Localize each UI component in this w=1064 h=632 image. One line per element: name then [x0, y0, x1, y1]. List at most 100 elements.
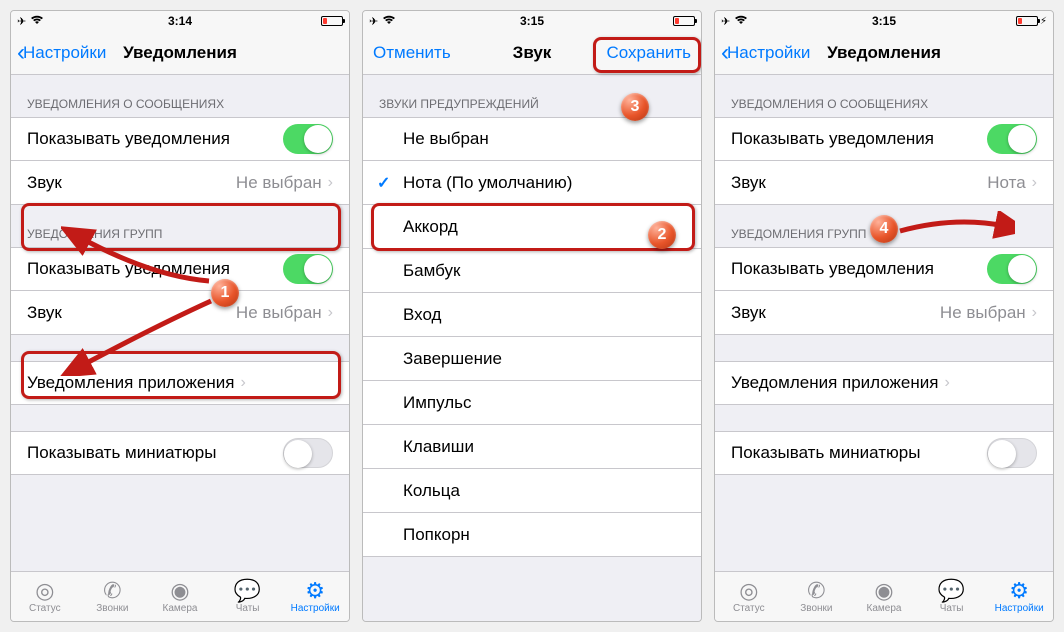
tab-label: Чаты	[940, 603, 964, 614]
wifi-icon	[734, 15, 748, 28]
checkmark-icon: ✓	[377, 173, 397, 193]
section-header-messages: УВЕДОМЛЕНИЯ О СООБЩЕНИЯХ	[715, 75, 1053, 117]
tab-label: Статус	[733, 603, 765, 614]
nav-bar: ‹ Настройки Уведомления	[715, 31, 1053, 75]
status-icon: ◎	[35, 580, 54, 602]
airplane-icon: ✈︎	[721, 15, 730, 28]
clock: 3:14	[125, 14, 236, 28]
chevron-right-icon: ›	[1032, 174, 1037, 192]
sound-label: Клавиши	[403, 437, 474, 457]
camera-icon: ◉	[170, 580, 189, 602]
cell-label: Звук	[27, 303, 62, 323]
tab-chats[interactable]: 💬Чаты	[918, 572, 986, 621]
tab-bar: ◎Статус ✆Звонки ◉Камера 💬Чаты ⚙Настройки	[715, 571, 1053, 621]
back-button[interactable]: ‹ Настройки	[715, 41, 810, 65]
sound-row-messages[interactable]: Звук Не выбран ›	[11, 161, 349, 205]
screenshot-2: ✈︎ 3:15 Отменить Звук Сохранить ЗВУКИ ПР…	[362, 10, 702, 622]
sound-label: Импульс	[403, 393, 472, 413]
cell-label: Показывать уведомления	[731, 259, 934, 279]
gear-icon: ⚙	[1009, 580, 1029, 602]
sound-row-groups[interactable]: Звук Не выбран ›	[11, 291, 349, 335]
tab-label: Чаты	[236, 603, 260, 614]
status-bar: ✈︎ 3:15 ⚡︎	[715, 11, 1053, 31]
sound-row-messages[interactable]: Звук Нота ›	[715, 161, 1053, 205]
cell-label: Уведомления приложения	[731, 373, 938, 393]
tab-label: Камера	[163, 603, 198, 614]
battery-icon	[673, 16, 695, 26]
back-label: Настройки	[727, 43, 810, 63]
show-notifications-row[interactable]: Показывать уведомления	[11, 117, 349, 161]
save-button[interactable]: Сохранить	[607, 43, 701, 63]
sound-option[interactable]: Импульс	[363, 381, 701, 425]
toggle-switch[interactable]	[987, 254, 1037, 284]
tab-chats[interactable]: 💬Чаты	[214, 572, 282, 621]
app-notifications-row[interactable]: Уведомления приложения ›	[715, 361, 1053, 405]
tab-calls[interactable]: ✆Звонки	[79, 572, 147, 621]
toggle-switch[interactable]	[283, 124, 333, 154]
tab-camera[interactable]: ◉Камера	[850, 572, 918, 621]
sound-label: Попкорн	[403, 525, 470, 545]
airplane-icon: ✈︎	[369, 15, 378, 28]
sound-label: Вход	[403, 305, 441, 325]
tab-settings[interactable]: ⚙Настройки	[985, 572, 1053, 621]
airplane-icon: ✈︎	[17, 15, 26, 28]
phone-icon: ✆	[807, 580, 825, 602]
show-thumbnails-row[interactable]: Показывать миниатюры	[715, 431, 1053, 475]
app-notifications-row[interactable]: Уведомления приложения ›	[11, 361, 349, 405]
toggle-switch[interactable]	[283, 254, 333, 284]
screenshot-3: ✈︎ 3:15 ⚡︎ ‹ Настройки Уведомления УВЕДО…	[714, 10, 1054, 622]
tab-label: Звонки	[96, 603, 128, 614]
cell-label: Звук	[731, 173, 766, 193]
sound-option[interactable]: Вход	[363, 293, 701, 337]
toggle-switch[interactable]	[987, 124, 1037, 154]
toggle-switch[interactable]	[283, 438, 333, 468]
sound-option[interactable]: Бамбук	[363, 249, 701, 293]
cell-label: Уведомления приложения	[27, 373, 234, 393]
sound-option[interactable]: Попкорн	[363, 513, 701, 557]
section-header-alert-sounds: ЗВУКИ ПРЕДУПРЕЖДЕНИЙ	[363, 75, 701, 117]
chevron-right-icon: ›	[328, 174, 333, 192]
sound-option[interactable]: Кольца	[363, 469, 701, 513]
clock: 3:15	[477, 14, 588, 28]
sound-option[interactable]: Завершение	[363, 337, 701, 381]
tab-status[interactable]: ◎Статус	[11, 572, 79, 621]
show-notifications-row[interactable]: Показывать уведомления	[715, 117, 1053, 161]
sound-label: Аккорд	[403, 217, 458, 237]
phone-icon: ✆	[103, 580, 121, 602]
cancel-button[interactable]: Отменить	[363, 43, 451, 63]
cell-label: Показывать уведомления	[731, 129, 934, 149]
show-thumbnails-row[interactable]: Показывать миниатюры	[11, 431, 349, 475]
tab-status[interactable]: ◎Статус	[715, 572, 783, 621]
sound-option[interactable]: Не выбран	[363, 117, 701, 161]
charging-icon: ⚡︎	[1040, 16, 1047, 27]
battery-icon	[321, 16, 343, 26]
sound-row-groups[interactable]: Звук Не выбран ›	[715, 291, 1053, 335]
tab-label: Камера	[867, 603, 902, 614]
sound-option[interactable]: Аккорд	[363, 205, 701, 249]
status-bar: ✈︎ 3:14	[11, 11, 349, 31]
section-header-groups: УВЕДОМЛЕНИЯ ГРУПП	[715, 205, 1053, 247]
chevron-right-icon: ›	[328, 304, 333, 322]
sound-label: Нота (По умолчанию)	[403, 173, 572, 193]
sound-option-selected[interactable]: ✓ Нота (По умолчанию)	[363, 161, 701, 205]
cell-value: Не выбран	[940, 303, 1026, 323]
cell-value: Нота	[987, 173, 1025, 193]
wifi-icon	[30, 15, 44, 28]
toggle-switch[interactable]	[987, 438, 1037, 468]
back-button[interactable]: ‹ Настройки	[11, 41, 106, 65]
chevron-right-icon: ›	[944, 374, 949, 392]
cell-label: Показывать миниатюры	[731, 443, 920, 463]
tab-settings[interactable]: ⚙Настройки	[281, 572, 349, 621]
wifi-icon	[382, 15, 396, 28]
sound-label: Кольца	[403, 481, 460, 501]
section-header-groups: УВЕДОМЛЕНИЯ ГРУПП	[11, 205, 349, 247]
show-group-notifications-row[interactable]: Показывать уведомления	[715, 247, 1053, 291]
tab-label: Звонки	[800, 603, 832, 614]
tab-calls[interactable]: ✆Звонки	[783, 572, 851, 621]
cell-label: Показывать уведомления	[27, 129, 230, 149]
tab-camera[interactable]: ◉Камера	[146, 572, 214, 621]
sound-option[interactable]: Клавиши	[363, 425, 701, 469]
tab-label: Настройки	[291, 603, 340, 614]
nav-bar: Отменить Звук Сохранить	[363, 31, 701, 75]
show-group-notifications-row[interactable]: Показывать уведомления	[11, 247, 349, 291]
